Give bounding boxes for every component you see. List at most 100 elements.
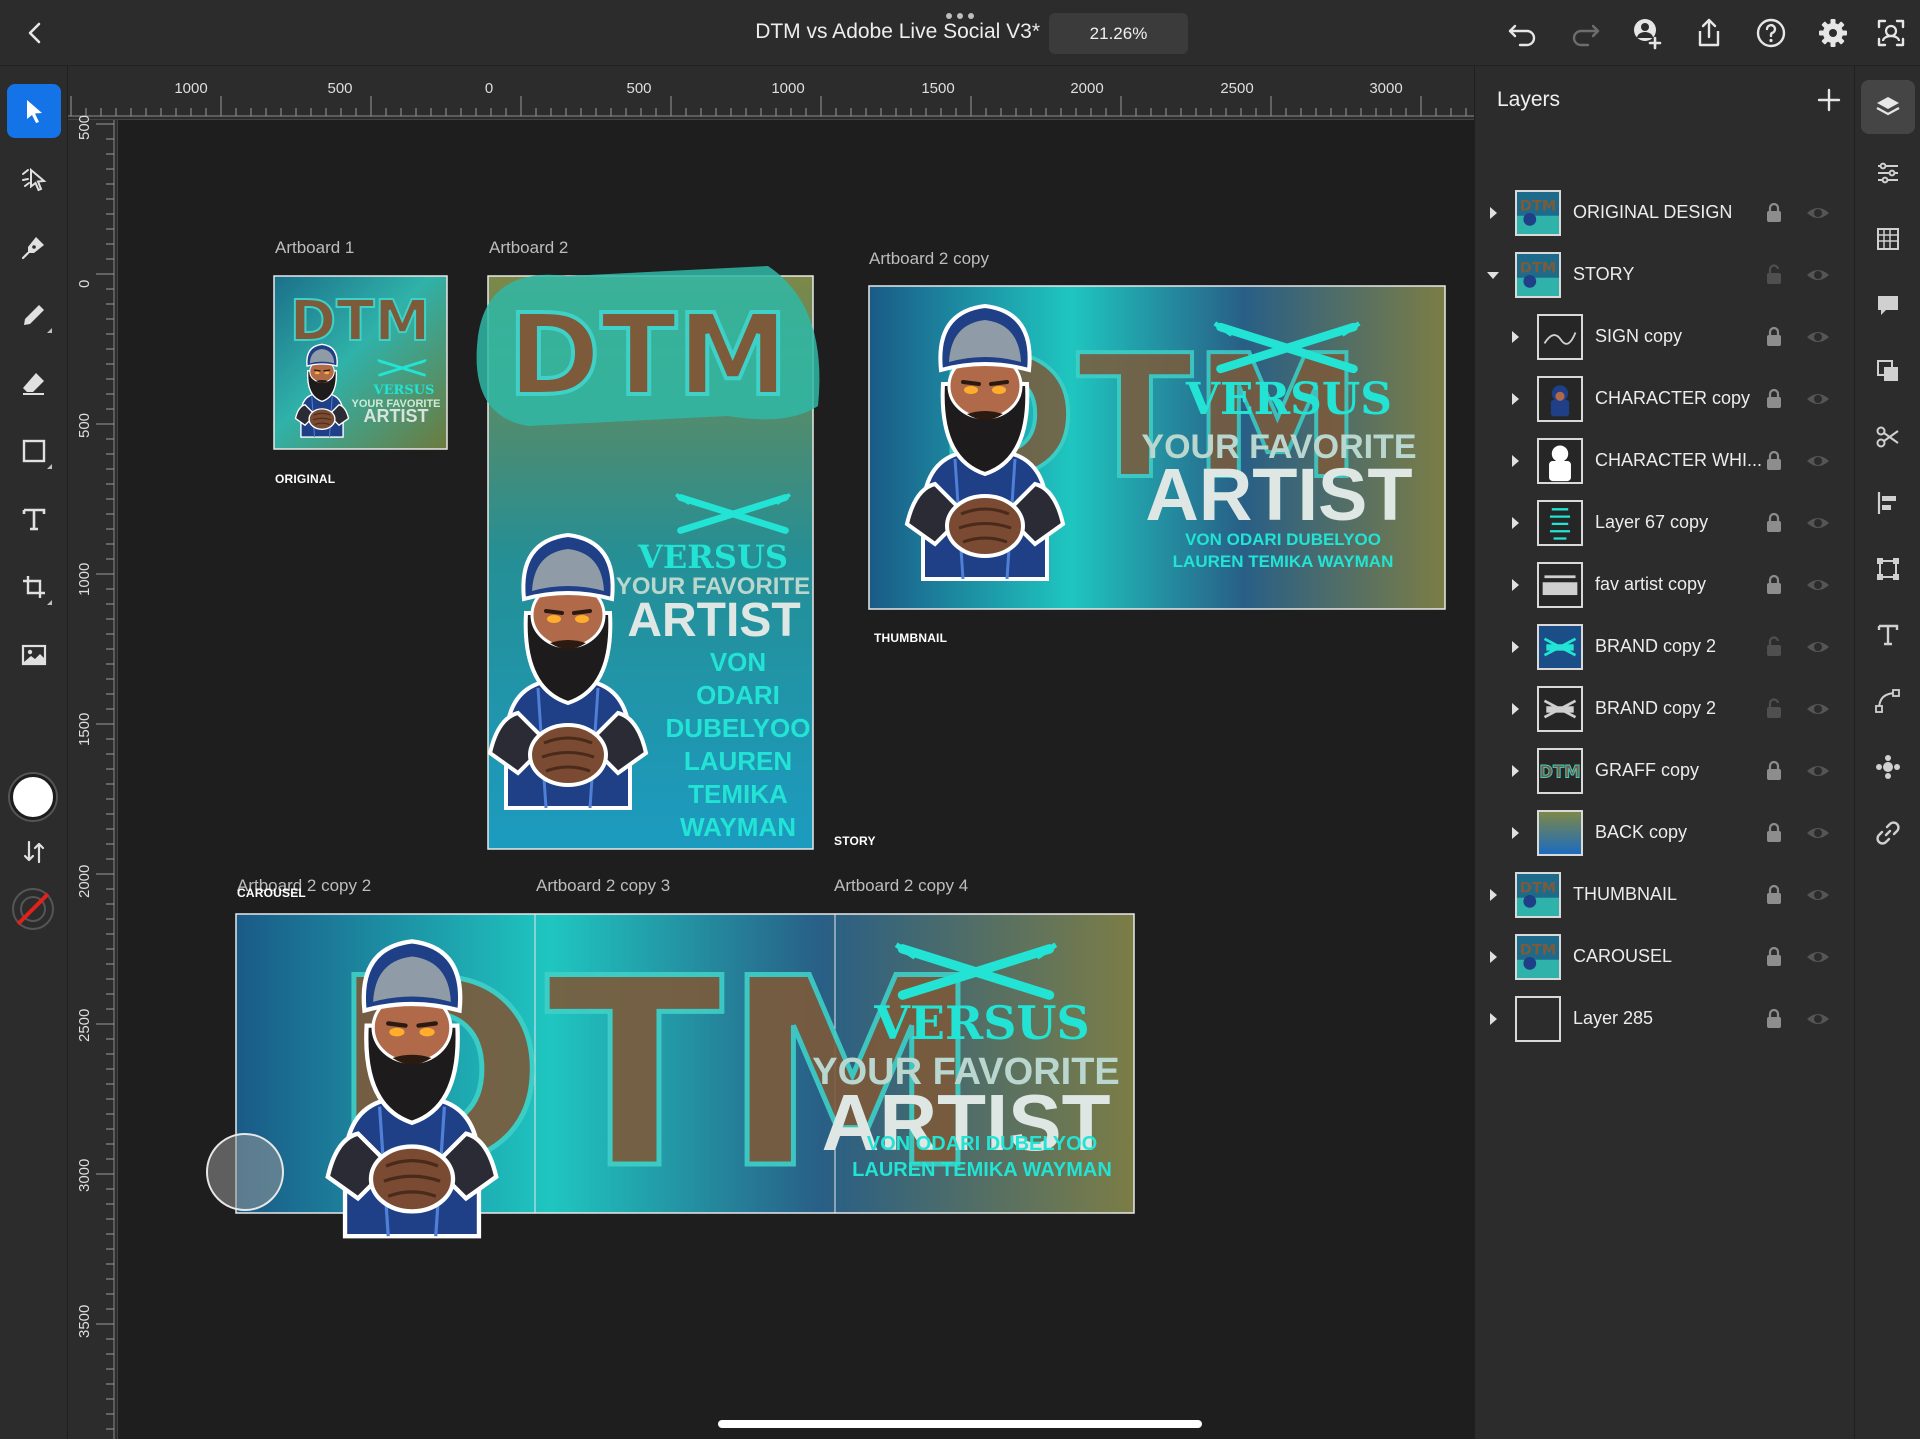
artboard-story[interactable]: DTM VERSUS YOUR FAVORITE ARTIST VON ODAR… (476, 266, 820, 850)
lock-icon[interactable] (1762, 573, 1786, 597)
expand-chevron-icon[interactable] (1485, 949, 1501, 965)
expand-chevron-icon[interactable] (1485, 1011, 1501, 1027)
expand-chevron-icon[interactable] (1507, 453, 1523, 469)
comments-icon[interactable] (1861, 278, 1915, 332)
direct-select-tool-icon[interactable] (7, 152, 61, 206)
fill-color-swatch[interactable] (10, 774, 56, 820)
layer-row[interactable]: Layer 67 copy (1475, 493, 1855, 553)
expand-chevron-icon[interactable] (1507, 701, 1523, 717)
expand-chevron-icon[interactable] (1507, 515, 1523, 531)
expand-chevron-icon[interactable] (1507, 763, 1523, 779)
visibility-eye-icon[interactable] (1805, 635, 1831, 659)
artboard-label[interactable]: Artboard 2 copy 3 (536, 876, 670, 896)
settings-icon[interactable] (1816, 16, 1850, 50)
arrange-icon[interactable] (1861, 344, 1915, 398)
type-icon[interactable] (1861, 608, 1915, 662)
lock-icon[interactable] (1762, 1007, 1786, 1031)
unlock-icon[interactable] (1762, 697, 1786, 721)
crop-tool-icon[interactable] (7, 560, 61, 614)
select-tool-icon[interactable] (7, 84, 61, 138)
visibility-eye-icon[interactable] (1805, 325, 1831, 349)
pen-tool-icon[interactable] (7, 220, 61, 274)
layer-row[interactable]: fav artist copy (1475, 555, 1855, 615)
expand-chevron-icon[interactable] (1507, 329, 1523, 345)
layer-row[interactable]: DTM ORIGINAL DESIGN (1475, 183, 1855, 243)
artboard-carousel[interactable]: DTM VERSUS YOUR FAVORITE ARTIST VON ODAR… (235, 913, 1135, 1213)
link-icon[interactable] (1861, 806, 1915, 860)
layer-row[interactable]: BRAND copy 2 (1475, 617, 1855, 677)
visibility-eye-icon[interactable] (1805, 387, 1831, 411)
invite-user-icon[interactable] (1630, 16, 1664, 50)
visibility-eye-icon[interactable] (1805, 883, 1831, 907)
expand-chevron-icon[interactable] (1507, 639, 1523, 655)
undo-icon[interactable] (1506, 16, 1540, 50)
artboard-label[interactable]: Artboard 1 (275, 238, 354, 258)
visibility-eye-icon[interactable] (1805, 759, 1831, 783)
visibility-eye-icon[interactable] (1805, 511, 1831, 535)
layers-icon[interactable] (1861, 80, 1915, 134)
expand-chevron-icon[interactable] (1485, 887, 1501, 903)
expand-chevron-icon[interactable] (1485, 205, 1501, 221)
unlock-icon[interactable] (1762, 263, 1786, 287)
layer-row[interactable]: Layer 285 (1475, 989, 1855, 1049)
artboard-label[interactable]: Artboard 2 copy (869, 249, 989, 269)
layer-row[interactable]: BRAND copy 2 (1475, 679, 1855, 739)
visibility-eye-icon[interactable] (1805, 821, 1831, 845)
transform-icon[interactable] (1861, 542, 1915, 596)
properties-icon[interactable] (1861, 146, 1915, 200)
image-tool-icon[interactable] (7, 628, 61, 682)
redo-icon[interactable] (1568, 16, 1602, 50)
artboard-label[interactable]: Artboard 2 copy 4 (834, 876, 968, 896)
visibility-eye-icon[interactable] (1805, 201, 1831, 225)
pencil-tool-icon[interactable] (7, 288, 61, 342)
layer-row[interactable]: DTM THUMBNAIL (1475, 865, 1855, 925)
back-chevron-icon[interactable] (20, 18, 50, 48)
lock-icon[interactable] (1762, 325, 1786, 349)
add-layer-icon[interactable] (1815, 86, 1843, 114)
lock-icon[interactable] (1762, 511, 1786, 535)
collapse-chevron-icon[interactable] (1485, 267, 1501, 283)
align-icon[interactable] (1861, 476, 1915, 530)
zoom-level[interactable]: 21.26% (1049, 13, 1188, 54)
layer-row[interactable]: DTM STORY (1475, 245, 1855, 305)
unlock-icon[interactable] (1762, 635, 1786, 659)
visibility-eye-icon[interactable] (1805, 1007, 1831, 1031)
rectangle-tool-icon[interactable] (7, 424, 61, 478)
document-title[interactable]: DTM vs Adobe Live Social V3* (700, 20, 1040, 44)
path-icon[interactable] (1861, 674, 1915, 728)
lock-icon[interactable] (1762, 945, 1786, 969)
expand-chevron-icon[interactable] (1507, 825, 1523, 841)
lock-icon[interactable] (1762, 387, 1786, 411)
share-icon[interactable] (1692, 16, 1726, 50)
artboard-thumbnail[interactable]: DTM VERSUS YOUR FAVORITE ARTIST VON ODAR… (868, 285, 1446, 610)
swap-colors-icon[interactable] (20, 838, 48, 866)
canvas[interactable]: Artboard 1 DTM VERSUS YOUR FAVORITE ARTI… (118, 120, 1474, 1439)
lock-icon[interactable] (1762, 821, 1786, 845)
scissors-icon[interactable] (1861, 410, 1915, 464)
visibility-eye-icon[interactable] (1805, 697, 1831, 721)
stroke-color-none-icon[interactable] (10, 886, 56, 932)
visibility-eye-icon[interactable] (1805, 573, 1831, 597)
layer-row[interactable]: BACK copy (1475, 803, 1855, 863)
layer-row[interactable]: SIGN copy (1475, 307, 1855, 367)
layer-row[interactable]: CHARACTER copy (1475, 369, 1855, 429)
text-tool-icon[interactable] (7, 492, 61, 546)
touch-shortcut-handle[interactable] (206, 1133, 284, 1211)
expand-chevron-icon[interactable] (1507, 391, 1523, 407)
lock-icon[interactable] (1762, 759, 1786, 783)
visibility-eye-icon[interactable] (1805, 945, 1831, 969)
help-icon[interactable] (1754, 16, 1788, 50)
lock-icon[interactable] (1762, 449, 1786, 473)
eraser-tool-icon[interactable] (7, 356, 61, 410)
repeat-grid-icon[interactable] (1861, 740, 1915, 794)
visibility-eye-icon[interactable] (1805, 449, 1831, 473)
expand-chevron-icon[interactable] (1507, 577, 1523, 593)
artboard-original[interactable]: DTM VERSUS YOUR FAVORITE ARTIST (273, 275, 448, 450)
visibility-eye-icon[interactable] (1805, 263, 1831, 287)
layer-row[interactable]: DTM GRAFF copy (1475, 741, 1855, 801)
present-icon[interactable] (1874, 16, 1908, 50)
libraries-icon[interactable] (1861, 212, 1915, 266)
more-dots-icon[interactable] (944, 8, 976, 19)
artboard-label[interactable]: Artboard 2 (489, 238, 568, 258)
layer-row[interactable]: CHARACTER WHI... (1475, 431, 1855, 491)
